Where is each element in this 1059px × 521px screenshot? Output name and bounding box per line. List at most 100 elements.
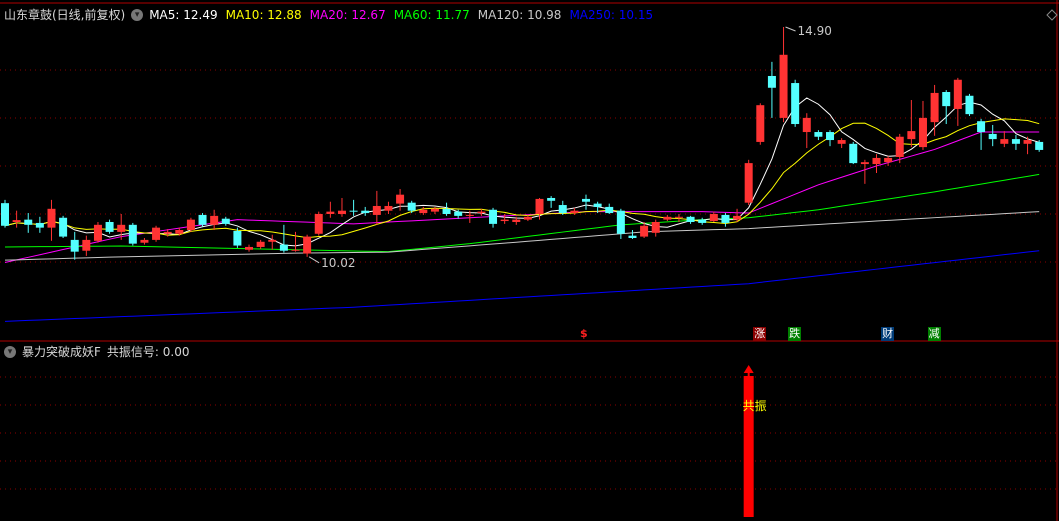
candle-body xyxy=(988,133,997,140)
resonance-label: 共振 xyxy=(743,399,767,413)
candle xyxy=(221,216,230,226)
candle xyxy=(442,202,451,216)
dropdown-circle-icon[interactable]: ▾ xyxy=(131,8,144,21)
candle-body xyxy=(1023,140,1032,144)
candle xyxy=(489,207,498,228)
candle xyxy=(198,213,207,227)
candle-body xyxy=(849,143,858,164)
dropdown-circle-icon[interactable]: ▾ xyxy=(4,345,16,358)
candle-body xyxy=(117,224,126,232)
price-annotations: 14.90 10.02 xyxy=(308,24,832,270)
ma-label: MA60: 11.77 xyxy=(393,7,470,22)
ma5-line xyxy=(4,97,1040,247)
candle xyxy=(93,221,102,243)
candle xyxy=(837,138,846,149)
candle xyxy=(884,156,893,166)
up-arrow-icon xyxy=(743,365,754,376)
candle-body xyxy=(430,208,439,212)
candle-body xyxy=(674,216,683,218)
candle xyxy=(279,224,288,253)
candle xyxy=(686,215,695,224)
candle-body xyxy=(1,203,9,226)
candle-body xyxy=(245,246,254,250)
ma10-line xyxy=(4,118,1040,239)
candle-body xyxy=(860,162,869,165)
candle-body xyxy=(918,117,927,148)
candle xyxy=(1011,134,1020,150)
candle-body xyxy=(651,221,660,233)
candle-body xyxy=(256,241,265,247)
candle-body xyxy=(942,91,951,107)
candle xyxy=(779,27,788,123)
candle-body xyxy=(186,219,195,231)
indicator-bars: 共振 xyxy=(743,365,767,517)
candle xyxy=(582,194,590,210)
candle xyxy=(709,211,718,222)
candle xyxy=(698,217,707,225)
candle-body xyxy=(512,219,521,222)
candle xyxy=(256,239,265,249)
signal-marker: 涨 xyxy=(753,327,767,341)
ma-label: MA10: 12.88 xyxy=(225,7,302,22)
candle-body xyxy=(233,230,242,246)
candle xyxy=(140,238,149,245)
candle xyxy=(663,214,672,222)
signal-marker: $ xyxy=(580,327,588,340)
candle xyxy=(82,235,91,256)
candle-body xyxy=(221,218,230,224)
candle xyxy=(965,93,974,117)
kline-chart[interactable]: 14.90 10.02 共振 xyxy=(0,0,1059,521)
candle xyxy=(791,79,800,127)
indicator-value: 共振信号: 0.00 xyxy=(106,345,190,359)
candle-body xyxy=(337,210,346,214)
candle xyxy=(547,196,556,208)
candle xyxy=(860,159,869,184)
candle xyxy=(651,219,660,237)
ma-label: MA20: 12.67 xyxy=(309,7,386,22)
candle-body xyxy=(419,209,428,214)
candle-body xyxy=(489,209,498,224)
ma-label: MA120: 10.98 xyxy=(477,7,562,22)
candle-body xyxy=(547,197,556,201)
grid-lines xyxy=(0,69,1057,490)
annotation-label: 10.02 xyxy=(321,256,355,270)
indicator-title: 暴力突破成妖F xyxy=(22,345,101,359)
candle xyxy=(326,201,335,218)
candle xyxy=(988,124,997,147)
candle-body xyxy=(326,211,335,214)
candle xyxy=(523,214,532,222)
candle-body xyxy=(314,213,323,234)
candle-body xyxy=(895,136,904,157)
ma-label: MA250: 10.15 xyxy=(569,7,654,22)
candle-body xyxy=(349,210,358,212)
candle xyxy=(59,215,68,239)
candle xyxy=(826,130,835,147)
annotation-arrow xyxy=(785,26,796,32)
candle xyxy=(384,201,393,214)
candle xyxy=(268,234,277,250)
candle-body xyxy=(384,205,393,211)
candle xyxy=(105,219,114,234)
candles xyxy=(1,27,1044,260)
candle xyxy=(721,213,730,227)
candle xyxy=(802,113,811,149)
candle xyxy=(186,217,195,232)
candle-body xyxy=(198,214,207,225)
candle xyxy=(47,199,56,241)
candle-body xyxy=(442,208,451,214)
candle xyxy=(756,103,765,145)
candle-body xyxy=(791,83,800,125)
diamond-icon[interactable] xyxy=(1046,9,1058,21)
candle xyxy=(953,77,962,126)
candle-body xyxy=(291,249,300,251)
candle-body xyxy=(826,132,835,141)
candle-body xyxy=(1011,139,1020,144)
candle-body xyxy=(24,219,33,225)
candle-body xyxy=(965,95,974,115)
candle xyxy=(628,230,637,239)
candle-body xyxy=(279,244,288,251)
candle-body xyxy=(82,239,91,251)
candle-body xyxy=(756,105,765,142)
indicator-header: ▾ 暴力突破成妖F 共振信号: 0.00 xyxy=(4,343,189,360)
candle-body xyxy=(47,208,56,228)
